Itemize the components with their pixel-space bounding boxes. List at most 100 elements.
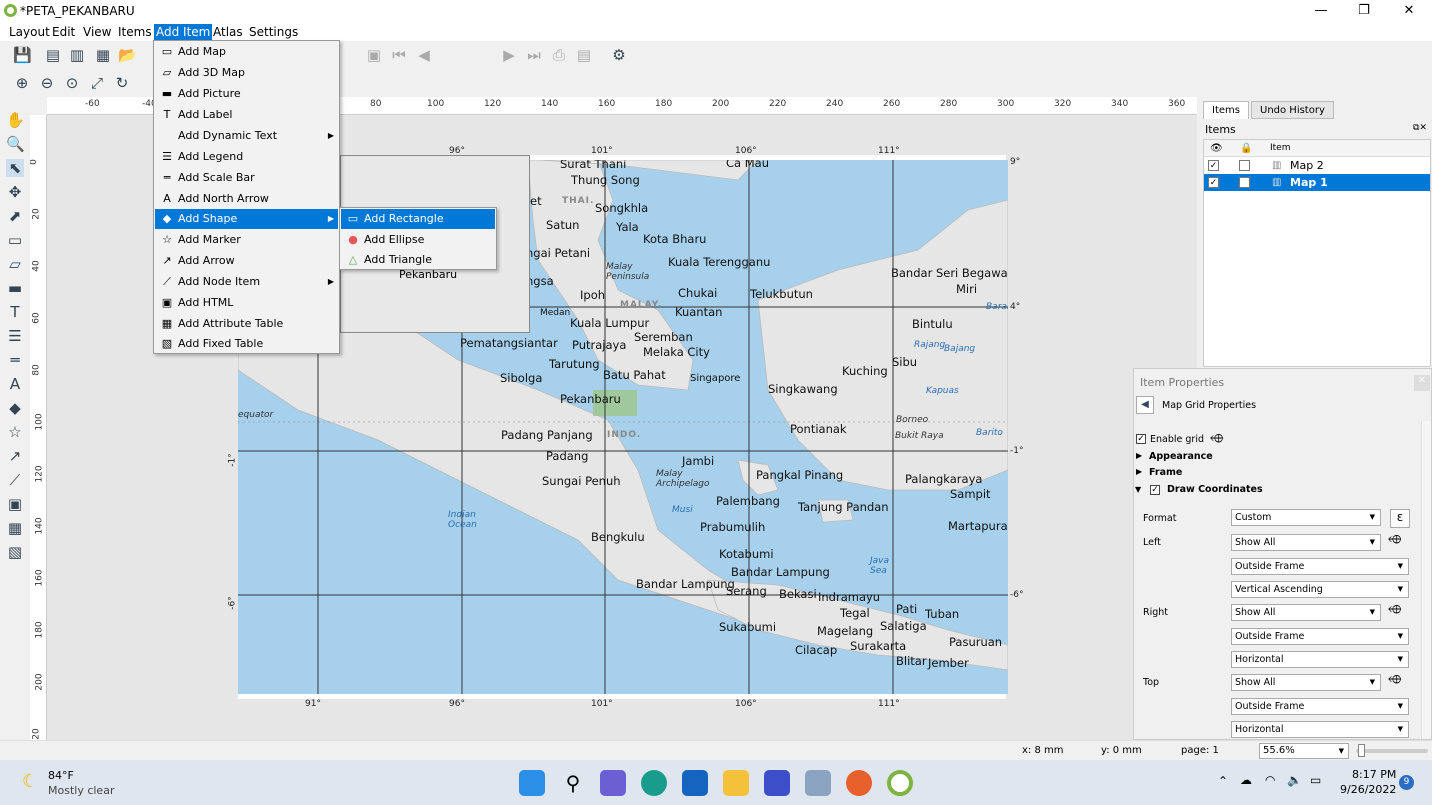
data-defined-override-icon[interactable]: ⬲	[1388, 602, 1401, 617]
add-3d-map-tool-icon[interactable]: ▱	[6, 255, 24, 273]
frame-section[interactable]: Frame	[1149, 467, 1182, 478]
panel-float-icon[interactable]: ⧉✕	[1413, 123, 1427, 133]
menu-item-add-map[interactable]: ▭ Add Map	[155, 42, 338, 62]
app-icon[interactable]	[764, 770, 790, 796]
zoom-100-icon[interactable]: ⊙	[63, 74, 81, 92]
properties-scrollbar[interactable]	[1421, 421, 1431, 739]
maximize-button[interactable]: ❐	[1341, 0, 1387, 22]
add-attribute-table-tool-icon[interactable]: ▦	[6, 519, 24, 537]
menu-settings[interactable]: Settings	[247, 24, 300, 40]
add-html-tool-icon[interactable]: ▣	[6, 495, 24, 513]
left-position-select[interactable]: Outside Frame ▼	[1231, 558, 1409, 575]
next-feature-icon[interactable]: ▶	[500, 46, 518, 64]
add-label-tool-icon[interactable]: T	[6, 303, 24, 321]
add-scalebar-tool-icon[interactable]: ═	[6, 351, 24, 369]
teams-chat-icon[interactable]	[600, 770, 626, 796]
open-template-icon[interactable]: 📂	[118, 46, 137, 64]
menu-item-add-marker[interactable]: ☆ Add Marker	[155, 230, 338, 250]
lock-checkbox[interactable]	[1239, 177, 1250, 188]
wifi-icon[interactable]: ◠	[1265, 773, 1275, 787]
print-atlas-icon[interactable]: ⎙	[550, 46, 568, 64]
menu-item-add-north-arrow[interactable]: A Add North Arrow	[155, 189, 338, 209]
zoom-full-icon[interactable]: ⤢	[88, 74, 106, 92]
clock-time[interactable]: 8:17 PM	[1352, 768, 1396, 781]
volume-icon[interactable]: 🔈	[1287, 773, 1302, 787]
right-show-select[interactable]: Show All ▼	[1231, 604, 1381, 621]
tab-items[interactable]: Items	[1203, 101, 1249, 119]
menu-view[interactable]: View	[81, 24, 113, 40]
top-direction-select[interactable]: Horizontal ▼	[1231, 721, 1409, 738]
menu-item-add-3d-map[interactable]: ▱ Add 3D Map	[155, 63, 338, 83]
weather-tray-icon[interactable]: ☁	[1240, 773, 1252, 787]
menu-item-add-arrow[interactable]: ↗ Add Arrow	[155, 251, 338, 271]
top-position-select[interactable]: Outside Frame ▼	[1231, 698, 1409, 715]
item-row-map-1[interactable]: ✓ ▥ Map 1	[1204, 174, 1430, 191]
menu-add-item[interactable]: Add Item	[154, 24, 213, 40]
menu-item-add-scale-bar[interactable]: ═ Add Scale Bar	[155, 168, 338, 188]
file-explorer-icon[interactable]	[723, 770, 749, 796]
last-feature-icon[interactable]: ⏭	[525, 46, 543, 64]
add-marker-tool-icon[interactable]: ☆	[6, 423, 24, 441]
panel-close-icon[interactable]: ✕	[1414, 375, 1430, 391]
menu-item-add-label[interactable]: T Add Label	[155, 105, 338, 125]
edit-nodes-icon[interactable]: ⬈	[6, 207, 24, 225]
start-icon[interactable]	[519, 770, 545, 796]
top-show-select[interactable]: Show All ▼	[1231, 674, 1381, 691]
back-arrow-icon[interactable]: ◀	[1136, 396, 1154, 414]
menu-item-add-legend[interactable]: ☰ Add Legend	[155, 147, 338, 167]
appearance-section[interactable]: Appearance	[1149, 451, 1213, 462]
visibility-checkbox[interactable]: ✓	[1208, 177, 1219, 188]
menu-item-add-dynamic-text[interactable]: Add Dynamic Text ▶	[155, 126, 338, 146]
enable-grid-checkbox[interactable]: ✓	[1136, 434, 1146, 444]
pan-icon[interactable]: ✋	[6, 111, 25, 129]
duplicate-layout-icon[interactable]: ▥	[68, 46, 86, 64]
close-button[interactable]: ✕	[1386, 0, 1432, 22]
add-arrow-tool-icon[interactable]: ↗	[6, 447, 24, 465]
expand-arrow-icon[interactable]: ▶	[1136, 451, 1142, 460]
format-select[interactable]: Custom ▼	[1231, 509, 1381, 526]
expression-icon[interactable]: ε	[1390, 509, 1410, 528]
refresh-icon[interactable]: ↻	[113, 74, 131, 92]
left-show-select[interactable]: Show All ▼	[1231, 534, 1381, 551]
visibility-checkbox[interactable]: ✓	[1208, 160, 1219, 171]
menu-item-add-attribute-table[interactable]: ▦ Add Attribute Table	[155, 314, 338, 334]
left-direction-select[interactable]: Vertical Ascending ▼	[1231, 581, 1409, 598]
lock-checkbox[interactable]	[1239, 160, 1250, 171]
notification-badge[interactable]: 9	[1399, 775, 1414, 790]
right-position-select[interactable]: Outside Frame ▼	[1231, 628, 1409, 645]
add-map-tool-icon[interactable]: ▭	[6, 231, 24, 249]
menu-item-add-picture[interactable]: ▬ Add Picture	[155, 84, 338, 104]
menu-item-add-fixed-table[interactable]: ▧ Add Fixed Table	[155, 334, 338, 354]
mail-icon[interactable]	[682, 770, 708, 796]
add-north-arrow-tool-icon[interactable]: A	[6, 375, 24, 393]
data-defined-override-icon[interactable]: ⬲	[1388, 532, 1401, 547]
menu-atlas[interactable]: Atlas	[211, 24, 245, 40]
database-icon[interactable]	[805, 770, 831, 796]
draw-coordinates-section[interactable]: Draw Coordinates	[1167, 484, 1263, 495]
menu-item-add-shape[interactable]: ◆ Add Shape ▶	[155, 209, 338, 229]
new-layout-icon[interactable]: ▤	[44, 46, 62, 64]
first-feature-icon[interactable]: ⏮	[390, 46, 408, 64]
save-icon[interactable]: 💾	[13, 46, 32, 64]
menu-edit[interactable]: Edit	[50, 24, 77, 40]
qgis-taskbar-icon[interactable]	[887, 770, 913, 796]
add-shape-tool-icon[interactable]: ◆	[6, 399, 24, 417]
expand-arrow-icon[interactable]: ▶	[1136, 467, 1142, 476]
edge-icon[interactable]	[641, 770, 667, 796]
menu-items[interactable]: Items	[116, 24, 154, 40]
draw-coordinates-checkbox[interactable]: ✓	[1150, 485, 1160, 495]
menu-item-add-rectangle[interactable]: ▭ Add Rectangle	[341, 209, 495, 229]
data-defined-override-icon[interactable]: ⬲	[1388, 672, 1401, 687]
tray-chevron-up-icon[interactable]: ⌃	[1218, 774, 1228, 788]
minimize-button[interactable]: —	[1298, 0, 1344, 22]
add-node-tool-icon[interactable]: ⟋	[6, 471, 24, 489]
clock-date[interactable]: 9/26/2022	[1340, 783, 1396, 796]
tab-undo-history[interactable]: Undo History	[1251, 101, 1334, 119]
zoom-select[interactable]: 55.6% ▼	[1259, 743, 1349, 759]
select-move-icon[interactable]: ⬉	[6, 159, 24, 177]
zoom-out-icon[interactable]: ⊖	[38, 74, 56, 92]
atlas-settings-icon[interactable]: ⚙	[610, 46, 628, 64]
firefox-icon[interactable]	[846, 770, 872, 796]
item-row-map-2[interactable]: ✓ ▥ Map 2	[1204, 157, 1430, 174]
zoom-slider-handle[interactable]	[1358, 744, 1365, 757]
